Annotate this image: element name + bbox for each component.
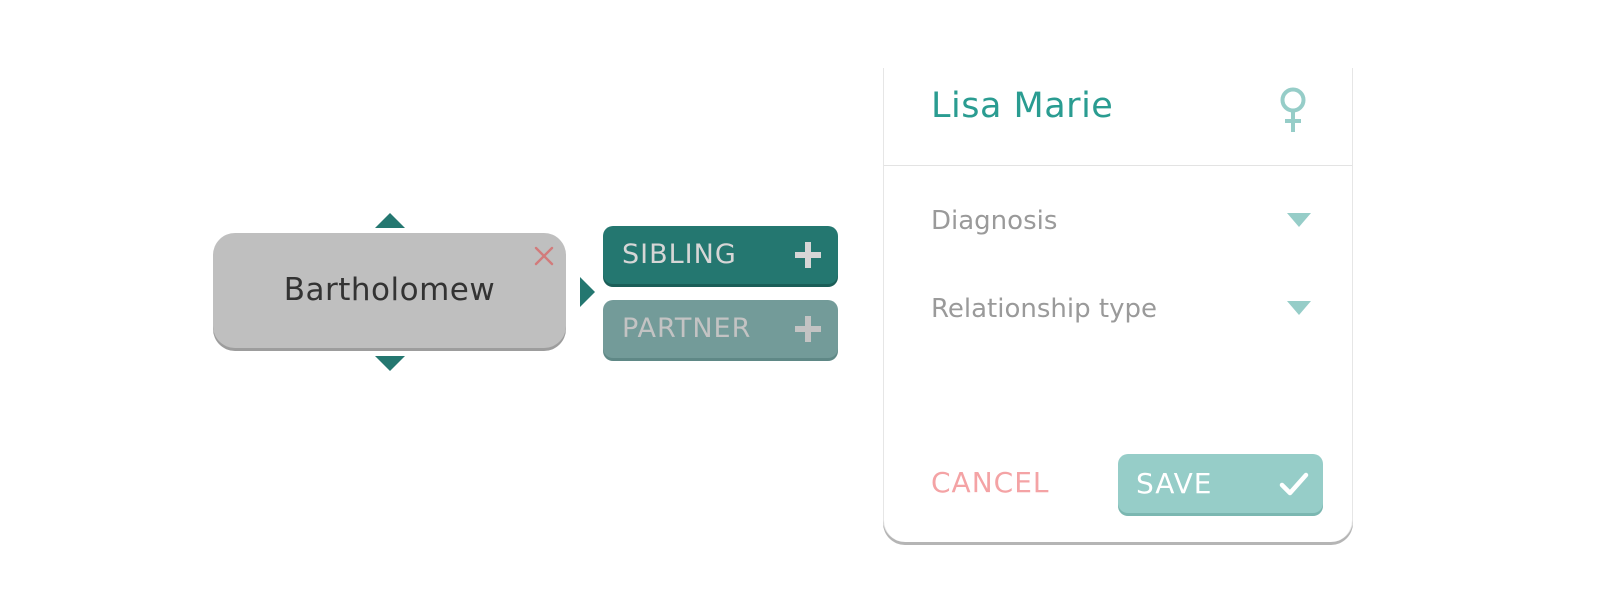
expand-right-arrow-icon[interactable] <box>580 277 595 307</box>
person-node-name: Bartholomew <box>283 272 496 308</box>
add-partner-label: PARTNER <box>622 313 752 344</box>
save-button[interactable]: SAVE <box>1118 454 1323 513</box>
caret-down-icon <box>1287 301 1311 315</box>
panel-divider <box>884 165 1352 166</box>
save-button-label: SAVE <box>1136 467 1213 500</box>
person-node[interactable]: Bartholomew <box>213 233 566 348</box>
add-partner-button[interactable]: PARTNER <box>603 300 838 358</box>
close-icon[interactable] <box>531 243 557 269</box>
pedigree-editor: Bartholomew SIBLING PARTNER Lisa Marie D… <box>0 0 1600 600</box>
female-symbol-icon[interactable] <box>1277 86 1309 134</box>
add-sibling-button[interactable]: SIBLING <box>603 226 838 284</box>
add-child-arrow-icon[interactable] <box>375 356 405 371</box>
relationship-type-label: Relationship type <box>931 294 1157 324</box>
plus-icon <box>795 316 821 342</box>
panel-title: Lisa Marie <box>931 86 1114 126</box>
plus-icon <box>795 242 821 268</box>
add-parent-arrow-icon[interactable] <box>375 213 405 228</box>
caret-down-icon <box>1287 213 1311 227</box>
diagnosis-label: Diagnosis <box>931 206 1058 236</box>
relationship-type-dropdown[interactable]: Relationship type <box>931 289 1311 329</box>
person-edit-panel: Lisa Marie Diagnosis Relationship type C… <box>883 68 1353 542</box>
cancel-button[interactable]: CANCEL <box>931 463 1050 503</box>
add-sibling-label: SIBLING <box>622 239 737 270</box>
checkmark-icon <box>1279 472 1309 496</box>
diagnosis-dropdown[interactable]: Diagnosis <box>931 201 1311 241</box>
